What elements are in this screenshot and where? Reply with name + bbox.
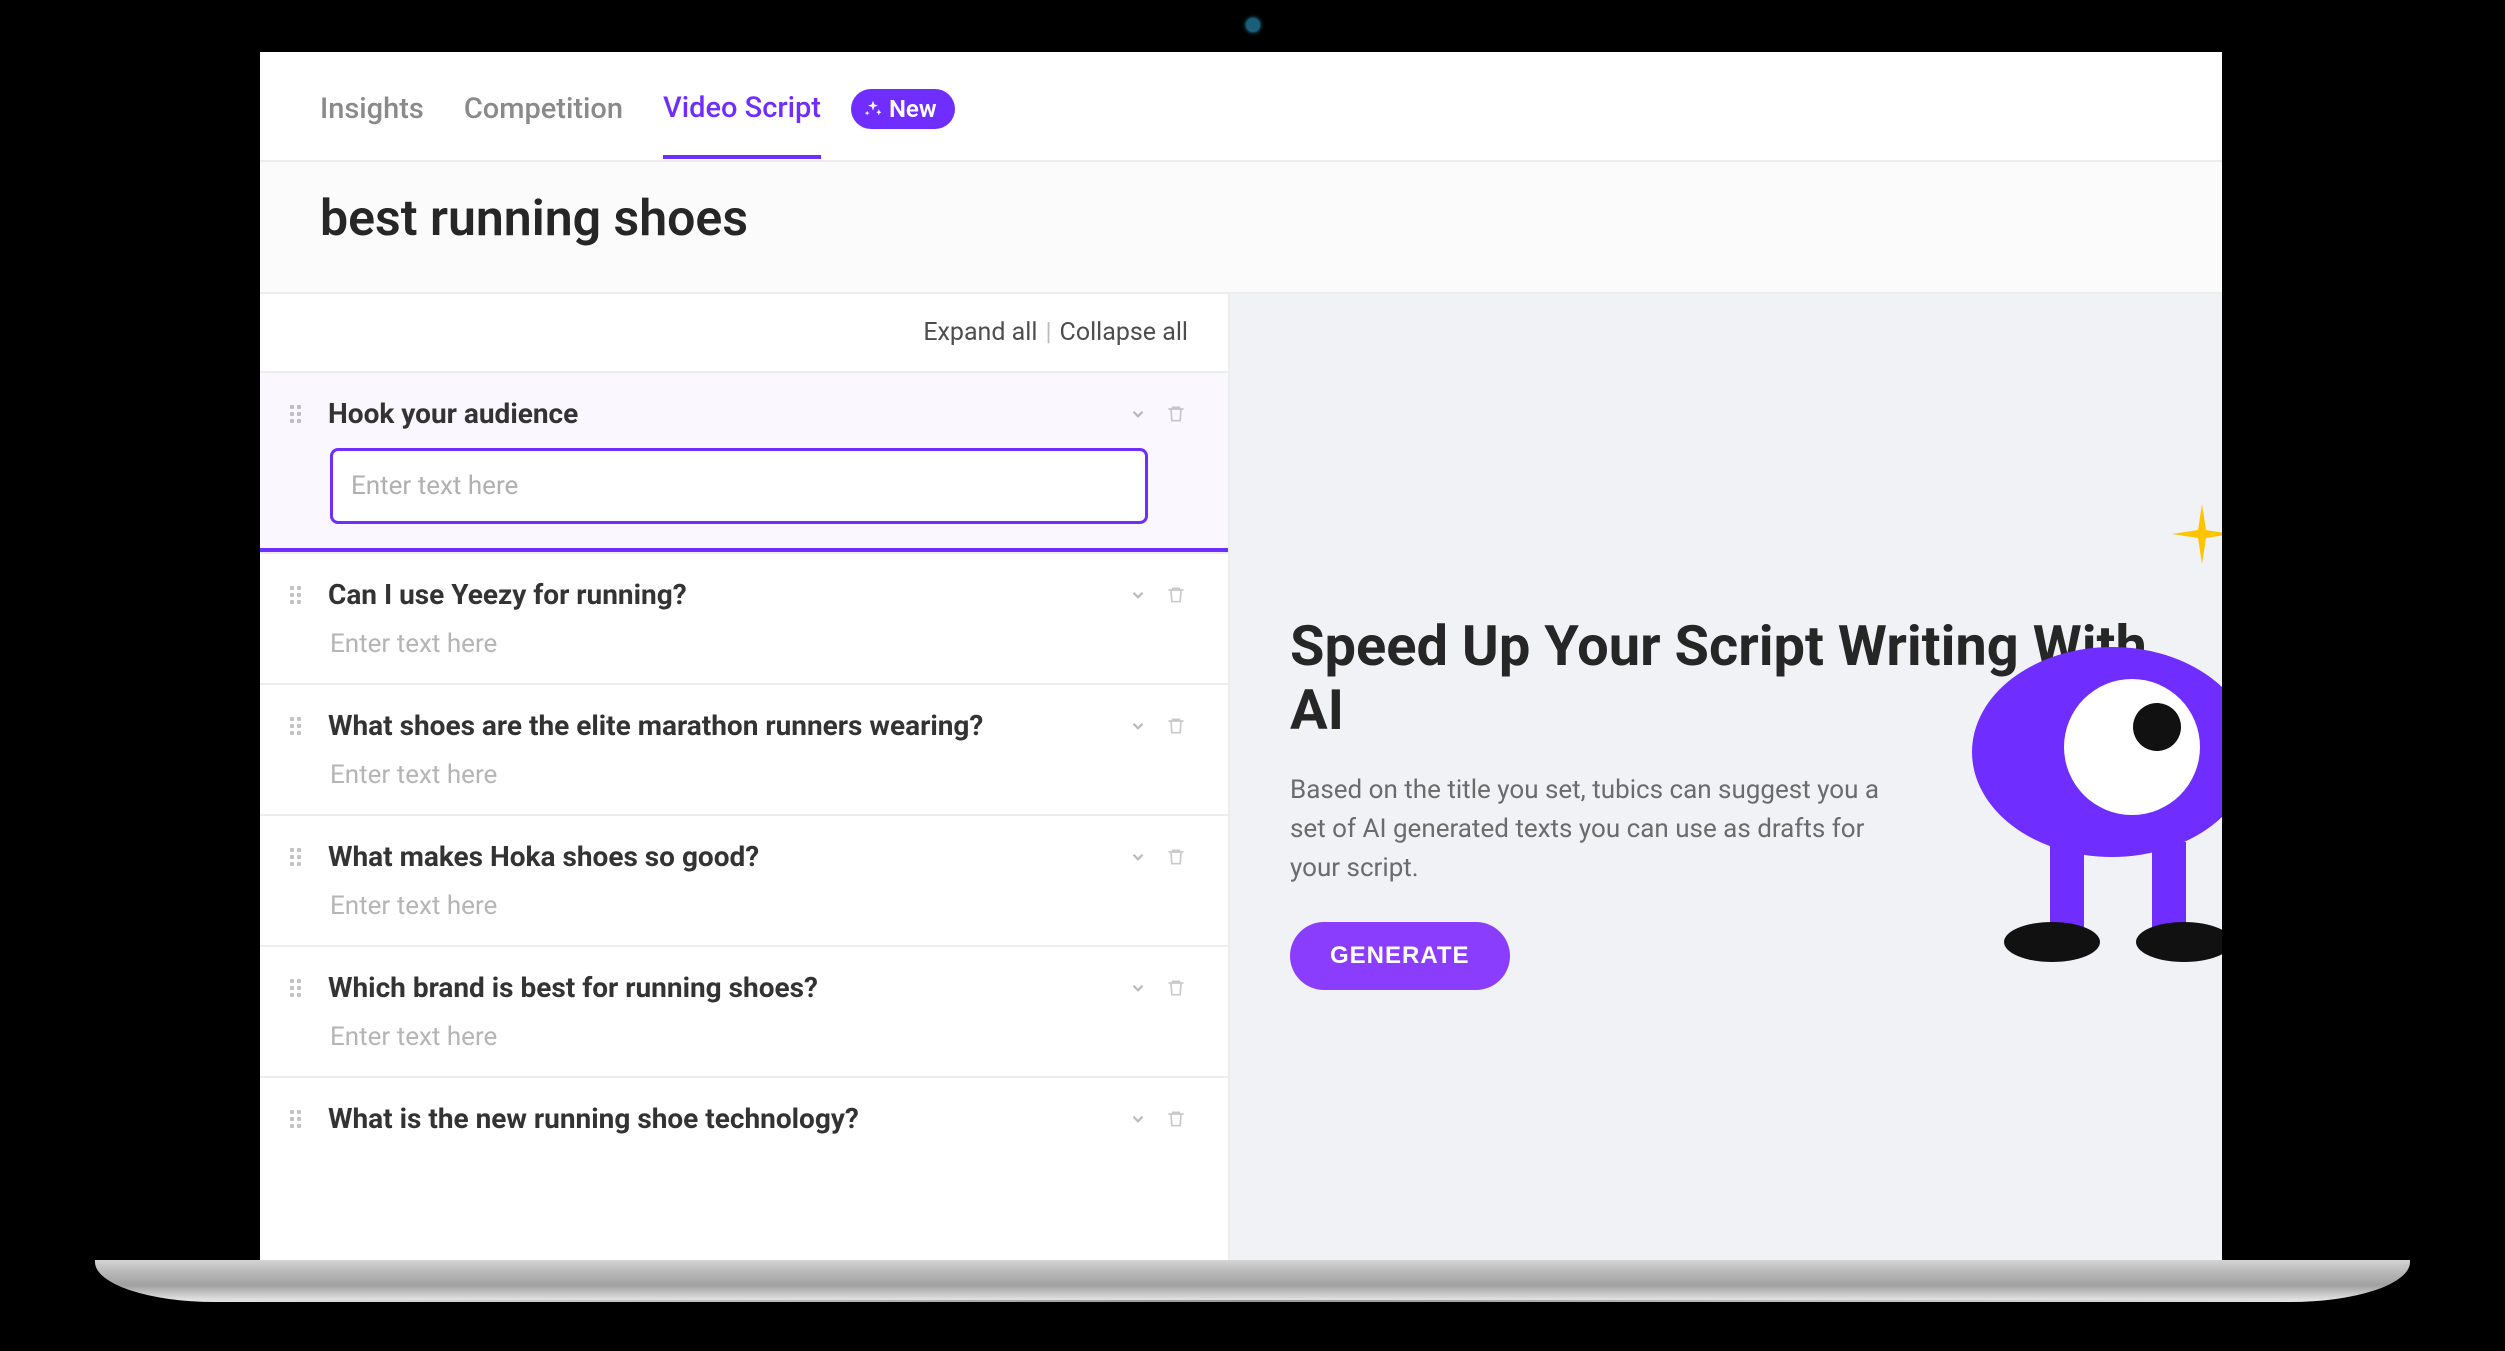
section-title: What shoes are the elite marathon runner…: [328, 709, 1108, 742]
section-actions: [1128, 715, 1188, 737]
camera-icon: [1246, 18, 1260, 32]
trash-icon[interactable]: [1166, 1108, 1188, 1130]
ai-panel: Speed Up Your Script Writing With AI Bas…: [1230, 294, 2222, 1262]
collapse-all-link[interactable]: Collapse all: [1060, 318, 1188, 347]
chevron-down-icon[interactable]: [1128, 585, 1148, 605]
expand-all-link[interactable]: Expand all: [923, 318, 1037, 347]
laptop-base: [95, 1260, 2410, 1302]
chevron-down-icon[interactable]: [1128, 847, 1148, 867]
chevron-down-icon[interactable]: [1128, 716, 1148, 736]
tab-insights[interactable]: Insights: [320, 92, 424, 156]
section-placeholder-text[interactable]: Enter text here: [330, 760, 1188, 790]
ai-description: Based on the title you set, tubics can s…: [1290, 771, 1910, 888]
section-header: Can I use Yeezy for running?: [290, 578, 1188, 611]
section-title: Can I use Yeezy for running?: [328, 578, 1108, 611]
section-title: What makes Hoka shoes so good?: [328, 840, 1108, 873]
drag-handle-icon[interactable]: [290, 848, 308, 866]
laptop-shadow: [95, 1300, 2410, 1350]
trash-icon[interactable]: [1166, 715, 1188, 737]
generate-button[interactable]: GENERATE: [1290, 922, 1510, 990]
section-header: What is the new running shoe technology?: [290, 1102, 1188, 1135]
section-title: Which brand is best for running shoes?: [328, 971, 1108, 1004]
drag-handle-icon[interactable]: [290, 586, 308, 604]
section-actions: [1128, 403, 1188, 425]
script-section: What is the new running shoe technology?: [260, 1076, 1228, 1159]
trash-icon[interactable]: [1166, 977, 1188, 999]
new-badge-label: New: [889, 95, 937, 123]
trash-icon[interactable]: [1166, 403, 1188, 425]
new-badge: New: [851, 89, 955, 129]
section-header: What shoes are the elite marathon runner…: [290, 709, 1188, 742]
section-actions: [1128, 846, 1188, 868]
toolbar-separator: |: [1045, 318, 1051, 347]
content-area: Expand all | Collapse all Hook your audi…: [260, 294, 2222, 1262]
page-title: best running shoes: [320, 190, 2162, 248]
tab-competition[interactable]: Competition: [464, 92, 623, 156]
script-section: Which brand is best for running shoes? E…: [260, 945, 1228, 1076]
chevron-down-icon[interactable]: [1128, 1109, 1148, 1129]
app-screen: Insights Competition Video Script New be…: [260, 52, 2222, 1270]
tabs-row: Insights Competition Video Script New: [260, 52, 2222, 162]
mascot-icon: [1932, 632, 2222, 972]
section-actions: [1128, 1108, 1188, 1130]
script-sections-pane: Expand all | Collapse all Hook your audi…: [260, 294, 1230, 1262]
section-text-input[interactable]: [330, 448, 1148, 524]
trash-icon[interactable]: [1166, 846, 1188, 868]
expand-collapse-toolbar: Expand all | Collapse all: [260, 294, 1228, 371]
script-section: Can I use Yeezy for running? Enter text …: [260, 552, 1228, 683]
drag-handle-icon[interactable]: [290, 979, 308, 997]
drag-handle-icon[interactable]: [290, 1110, 308, 1128]
drag-handle-icon[interactable]: [290, 717, 308, 735]
tab-video-script[interactable]: Video Script: [663, 91, 821, 159]
section-placeholder-text[interactable]: Enter text here: [330, 1022, 1188, 1052]
section-header: Hook your audience: [290, 397, 1188, 430]
section-actions: [1128, 977, 1188, 999]
section-title: Hook your audience: [328, 397, 1108, 430]
script-section: What shoes are the elite marathon runner…: [260, 683, 1228, 814]
section-placeholder-text[interactable]: Enter text here: [330, 891, 1188, 921]
drag-handle-icon[interactable]: [290, 405, 308, 423]
section-header: Which brand is best for running shoes?: [290, 971, 1188, 1004]
star-icon: [2172, 504, 2222, 564]
trash-icon[interactable]: [1166, 584, 1188, 606]
script-section: Hook your audience: [260, 371, 1228, 552]
section-header: What makes Hoka shoes so good?: [290, 840, 1188, 873]
section-actions: [1128, 584, 1188, 606]
sparkle-icon: [863, 99, 883, 119]
chevron-down-icon[interactable]: [1128, 978, 1148, 998]
chevron-down-icon[interactable]: [1128, 404, 1148, 424]
section-placeholder-text[interactable]: Enter text here: [330, 629, 1188, 659]
title-row: best running shoes: [260, 162, 2222, 294]
section-title: What is the new running shoe technology?: [328, 1102, 1108, 1135]
script-section: What makes Hoka shoes so good? Enter tex…: [260, 814, 1228, 945]
